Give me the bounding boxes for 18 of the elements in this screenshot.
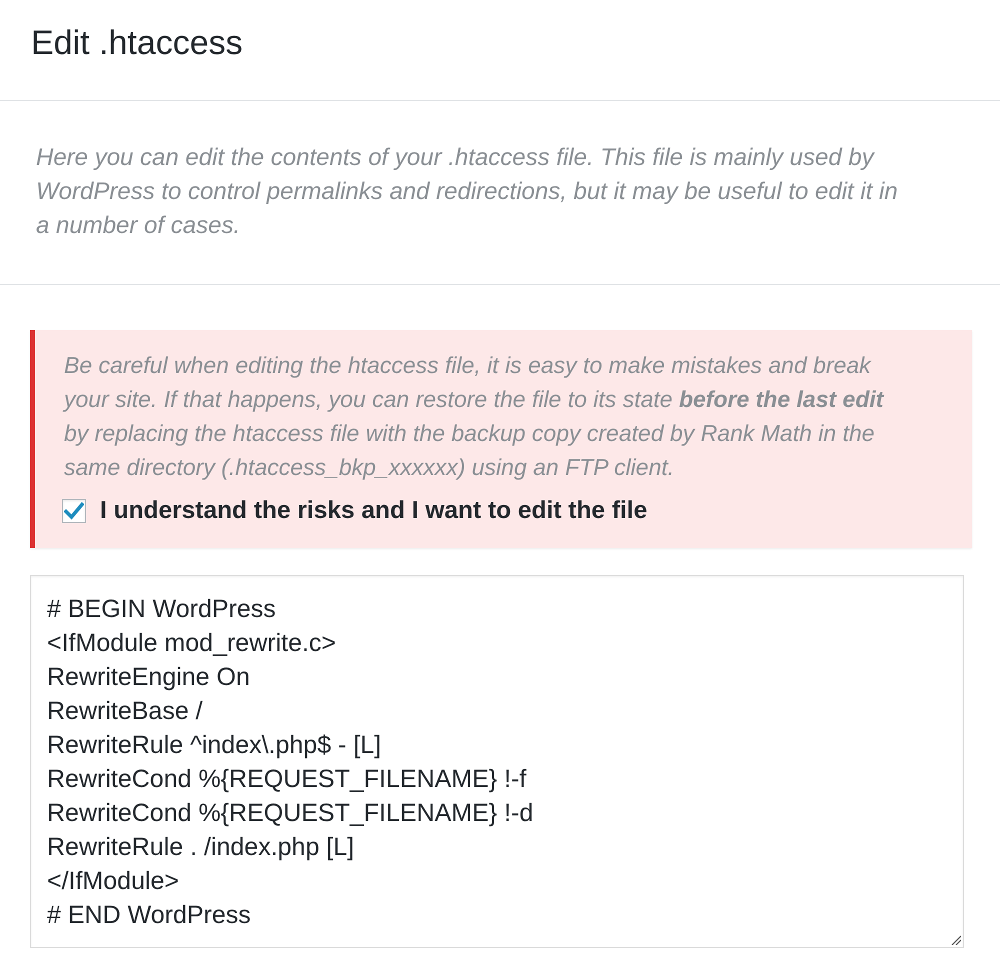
code-line: RewriteRule ^index\.php$ - [L] [47, 730, 382, 761]
checkbox[interactable] [62, 499, 86, 523]
warning-text: Be careful when editing the htaccess file, it is easy to make mistakes and break your site. If that happens, you can restore the file to its state before the last edit by replacing the htaccess file with the backup copy created by Rank Math in the same directory (.htaccess_bkp_xxxxxx) using an FTP client. [64, 351, 886, 482]
code-line: <IfModule mod_rewrite.c> [47, 628, 336, 659]
code-line: RewriteCond %{REQUEST_FILENAME} !-f [47, 764, 526, 795]
checkbox-label: I understand the risks and I want to edit the file [100, 496, 648, 526]
resize-handle-icon[interactable] [951, 935, 961, 945]
description-text: Here you can edit the contents of your .htaccess file. This file is mainly used by WordPress to control permalinks and redirections, but it may be useful to edit it in a number of cases. [36, 143, 899, 241]
code-line: RewriteBase / [47, 696, 203, 727]
checkmark-icon [64, 502, 84, 520]
code-editor-field[interactable] [30, 575, 964, 948]
code-line: # END WordPress [47, 900, 251, 931]
code-line: # BEGIN WordPress [47, 594, 276, 625]
code-line: RewriteEngine On [47, 662, 250, 693]
page-title: Edit .htaccess [31, 23, 243, 64]
code-line: RewriteRule . /index.php [L] [47, 832, 354, 863]
code-line: </IfModule> [47, 866, 180, 897]
code-line: RewriteCond %{REQUEST_FILENAME} !-d [47, 798, 534, 829]
